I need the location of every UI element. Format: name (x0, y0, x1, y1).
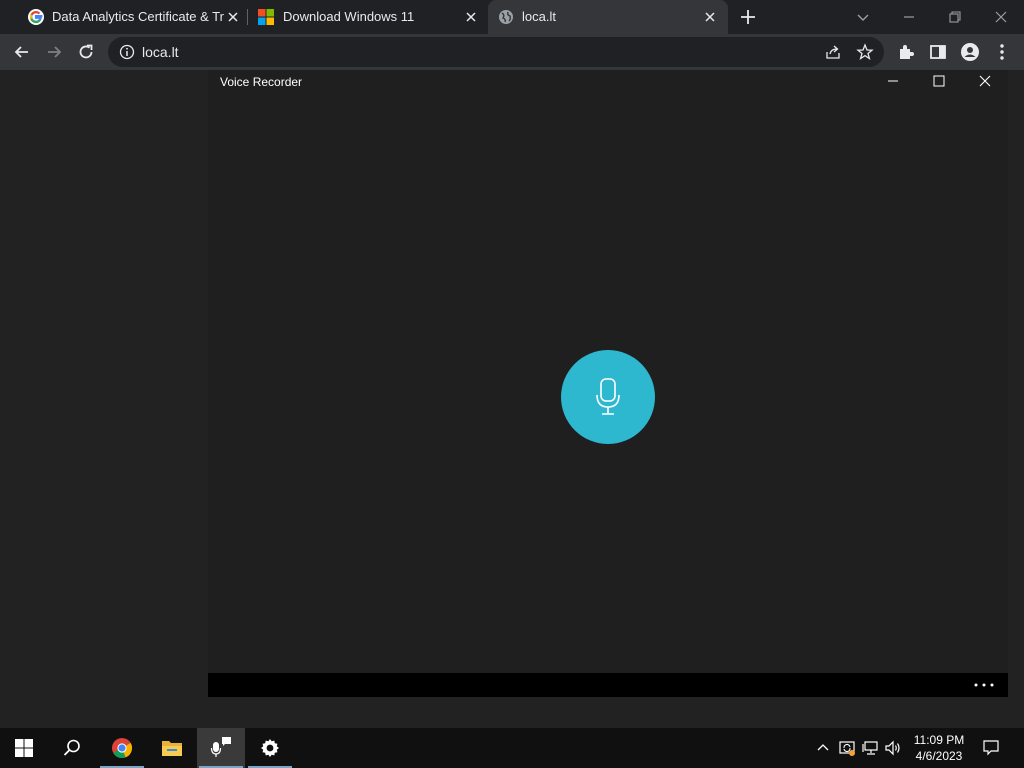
microphone-icon (596, 378, 620, 415)
clock-date: 4/6/2023 (915, 749, 963, 763)
start-button[interactable] (0, 728, 48, 768)
show-hidden-icons-chevron-icon[interactable] (814, 739, 832, 757)
close-tab-icon[interactable] (703, 10, 717, 24)
tab-download-windows[interactable]: Download Windows 11 (250, 0, 482, 34)
network-icon[interactable] (862, 739, 880, 757)
back-arrow-icon[interactable] (12, 42, 32, 62)
globe-icon (499, 10, 513, 24)
gear-icon (261, 739, 279, 757)
windows-start-icon (15, 739, 33, 757)
tab-separator (247, 9, 248, 25)
google-icon (28, 9, 44, 25)
taskbar-voice-recorder[interactable] (197, 728, 245, 768)
app-close-icon[interactable] (978, 74, 992, 88)
extensions-puzzle-icon[interactable] (896, 42, 916, 62)
search-button[interactable] (48, 728, 96, 768)
voice-recorder-app-icon (210, 737, 231, 757)
windows-taskbar: 11:09 PM 4/6/2023 (0, 728, 1024, 768)
forward-arrow-icon[interactable] (44, 42, 64, 62)
reload-icon[interactable] (76, 42, 96, 62)
record-button[interactable] (561, 350, 655, 444)
share-icon[interactable] (824, 43, 842, 61)
tab-search-chevron-icon[interactable] (853, 7, 873, 27)
app-maximize-icon[interactable] (932, 74, 946, 88)
tab-loca-lt[interactable]: loca.lt (488, 0, 728, 34)
clock-time: 11:09 PM (913, 733, 965, 747)
notifications-icon[interactable] (982, 739, 1000, 757)
bookmark-star-icon[interactable] (856, 43, 874, 61)
close-tab-icon[interactable] (464, 10, 478, 24)
search-icon (63, 739, 80, 756)
profile-avatar-icon[interactable] (960, 42, 980, 62)
new-tab-plus-icon[interactable] (739, 8, 757, 26)
tab-title: Data Analytics Certificate & Trainin (52, 9, 224, 24)
microsoft-icon (258, 9, 274, 25)
taskbar-clock[interactable]: 11:09 PM 4/6/2023 (904, 732, 974, 764)
app-title: Voice Recorder (220, 75, 303, 89)
menu-kebab-icon[interactable] (992, 42, 1012, 62)
taskbar-file-explorer[interactable] (148, 728, 196, 768)
site-info-icon[interactable] (119, 44, 135, 60)
volume-icon[interactable] (884, 739, 902, 757)
minimize-icon[interactable] (899, 7, 919, 27)
app-command-bar (208, 673, 1008, 697)
windows-update-icon[interactable] (838, 739, 856, 757)
address-bar[interactable]: loca.lt (108, 37, 884, 67)
app-minimize-icon[interactable] (886, 74, 900, 88)
chrome-icon (112, 738, 133, 759)
tab-title: loca.lt (522, 9, 556, 24)
restore-icon[interactable] (945, 7, 965, 27)
close-tab-icon[interactable] (226, 10, 240, 24)
close-window-icon[interactable] (991, 7, 1011, 27)
more-options-icon[interactable] (974, 683, 994, 687)
taskbar-chrome[interactable] (98, 728, 146, 768)
side-panel-icon[interactable] (928, 42, 948, 62)
tab-title: Download Windows 11 (283, 9, 415, 24)
tab-strip: Data Analytics Certificate & Trainin Dow… (0, 0, 1024, 34)
taskbar-settings[interactable] (246, 728, 294, 768)
address-text: loca.lt (142, 44, 179, 60)
folder-icon (162, 741, 182, 756)
voice-recorder-window: Voice Recorder (208, 70, 1008, 697)
tab-data-analytics[interactable]: Data Analytics Certificate & Trainin (8, 0, 240, 34)
browser-toolbar: loca.lt (0, 34, 1024, 70)
